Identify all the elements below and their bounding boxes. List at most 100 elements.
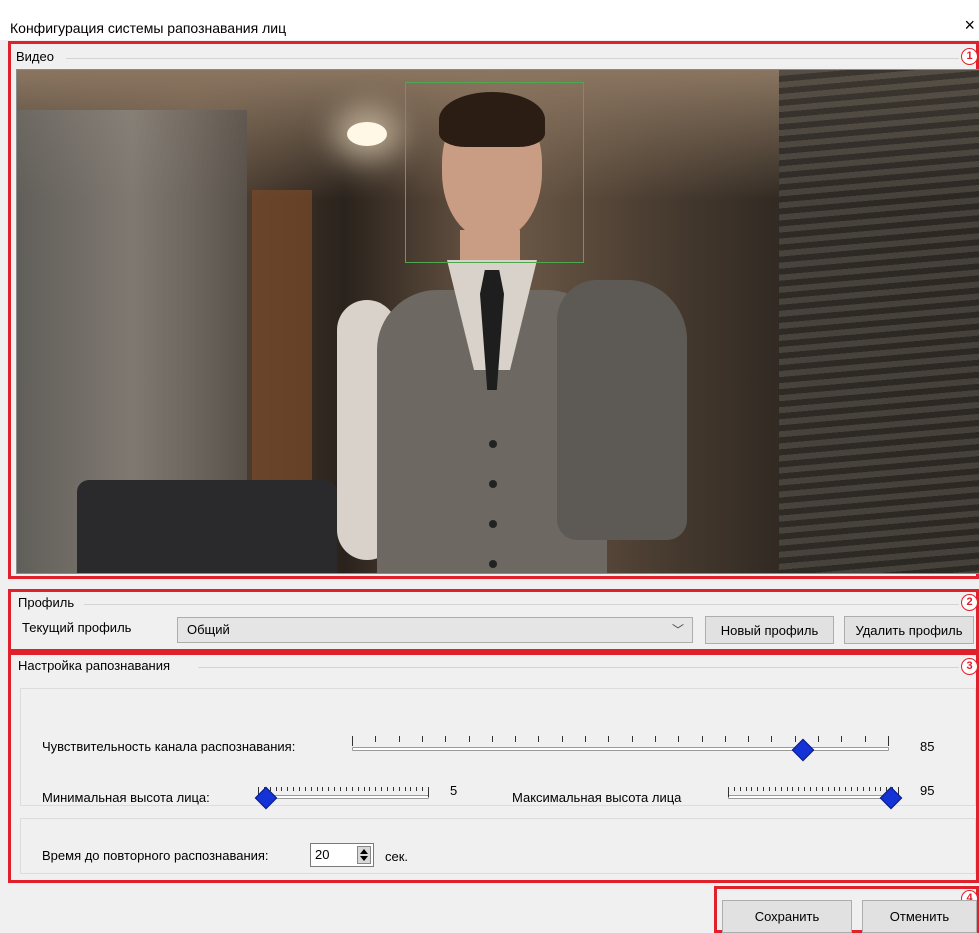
slider-tick <box>875 787 876 791</box>
slider-tick <box>399 736 400 742</box>
slider-track[interactable] <box>728 795 899 799</box>
spin-up-icon[interactable] <box>360 849 368 854</box>
slider-tick <box>845 787 846 791</box>
repeat-panel <box>20 818 976 874</box>
slider-tick <box>375 787 376 791</box>
annotation-badge-3: 3 <box>961 658 978 675</box>
slider-tick <box>702 736 703 742</box>
slider-tick <box>352 787 353 791</box>
slider-tick <box>281 787 282 791</box>
profile-select-value: Общий <box>187 622 230 637</box>
chevron-down-icon[interactable]: ﹀ <box>672 621 684 638</box>
slider-tick <box>375 736 376 742</box>
slider-tick <box>748 736 749 742</box>
repeat-time-unit: сек. <box>385 849 409 864</box>
slider-tick <box>492 736 493 742</box>
slider-tick <box>818 736 819 742</box>
recognition-group-label: Настройка рапознавания <box>18 658 174 673</box>
video-group-line <box>66 58 959 59</box>
slider-tick <box>445 736 446 742</box>
slider-tick <box>608 736 609 742</box>
slider-tick <box>769 787 770 791</box>
slider-tick <box>340 787 341 791</box>
slider-tick <box>851 787 852 791</box>
new-profile-button[interactable]: Новый профиль <box>705 616 834 644</box>
spin-down-icon[interactable] <box>360 856 368 861</box>
slider-tick <box>346 787 347 791</box>
slider-tick <box>775 787 776 791</box>
slider-tick <box>399 787 400 791</box>
slider-tick <box>863 787 864 791</box>
max-face-height-slider[interactable] <box>728 778 903 810</box>
max-face-height-label: Максимальная высота лица <box>512 790 682 805</box>
vest-button <box>489 520 497 528</box>
annotation-badge-2: 2 <box>961 594 978 611</box>
save-button[interactable]: Сохранить <box>722 900 852 933</box>
slider-tick <box>751 787 752 791</box>
max-face-height-value: 95 <box>920 783 935 798</box>
slider-tick <box>865 736 866 742</box>
slider-tick <box>352 736 353 746</box>
slider-tick <box>792 787 793 791</box>
person-jacket <box>557 280 687 540</box>
slider-tick <box>410 787 411 791</box>
close-icon[interactable]: × <box>964 16 975 34</box>
slider-thumb[interactable] <box>791 738 815 762</box>
profile-group-label: Профиль <box>18 595 78 610</box>
slider-tick <box>816 787 817 791</box>
slider-tick <box>655 736 656 742</box>
slider-tick <box>869 787 870 791</box>
min-face-height-value: 5 <box>450 783 458 798</box>
slider-tick <box>857 787 858 791</box>
slider-tick <box>369 787 370 791</box>
slider-tick <box>810 787 811 791</box>
delete-profile-button[interactable]: Удалить профиль <box>844 616 974 644</box>
slider-tick <box>276 787 277 791</box>
slider-tick <box>328 787 329 791</box>
sensitivity-value: 85 <box>920 739 935 754</box>
slider-tick <box>757 787 758 791</box>
slider-tick <box>795 736 796 742</box>
slider-tick <box>734 787 735 791</box>
slider-tick <box>287 787 288 791</box>
slider-tick <box>428 787 429 797</box>
repeat-time-label: Время до повторного распознавания: <box>42 848 269 863</box>
slider-tick <box>763 787 764 791</box>
video-sofa <box>77 480 337 573</box>
current-profile-label: Текущий профиль <box>22 620 132 635</box>
min-face-height-slider[interactable] <box>254 778 429 810</box>
cancel-button[interactable]: Отменить <box>862 900 977 933</box>
profile-group-line <box>84 604 959 605</box>
slider-tick <box>632 736 633 742</box>
slider-tick <box>888 736 889 746</box>
sensitivity-label: Чувствительность канала распознавания: <box>42 739 296 754</box>
slider-tick <box>798 787 799 791</box>
vest-button <box>489 560 497 568</box>
slider-tick <box>299 787 300 791</box>
slider-tick <box>828 787 829 791</box>
slider-tick <box>728 787 729 797</box>
sensitivity-slider[interactable] <box>352 730 889 762</box>
slider-tick <box>469 736 470 742</box>
slider-tick <box>678 736 679 742</box>
slider-tick <box>839 787 840 791</box>
video-wall-right <box>779 70 979 573</box>
slider-tick <box>381 787 382 791</box>
window-title: Конфигурация системы рапознавания лиц <box>10 20 287 36</box>
slider-track[interactable] <box>258 795 429 799</box>
slider-tick <box>740 787 741 791</box>
profile-select[interactable]: Общий ﹀ <box>177 617 693 643</box>
slider-tick <box>771 736 772 742</box>
slider-tick <box>311 787 312 791</box>
slider-tick <box>585 736 586 742</box>
vest-button <box>489 440 497 448</box>
slider-tick <box>804 787 805 791</box>
slider-tick <box>364 787 365 791</box>
slider-tick <box>305 787 306 791</box>
repeat-time-spinner[interactable]: 20 <box>310 843 374 867</box>
repeat-time-value[interactable]: 20 <box>315 847 329 862</box>
spinner-buttons[interactable] <box>357 846 371 864</box>
slider-tick <box>822 787 823 791</box>
slider-tick <box>422 736 423 742</box>
slider-tick <box>293 787 294 791</box>
